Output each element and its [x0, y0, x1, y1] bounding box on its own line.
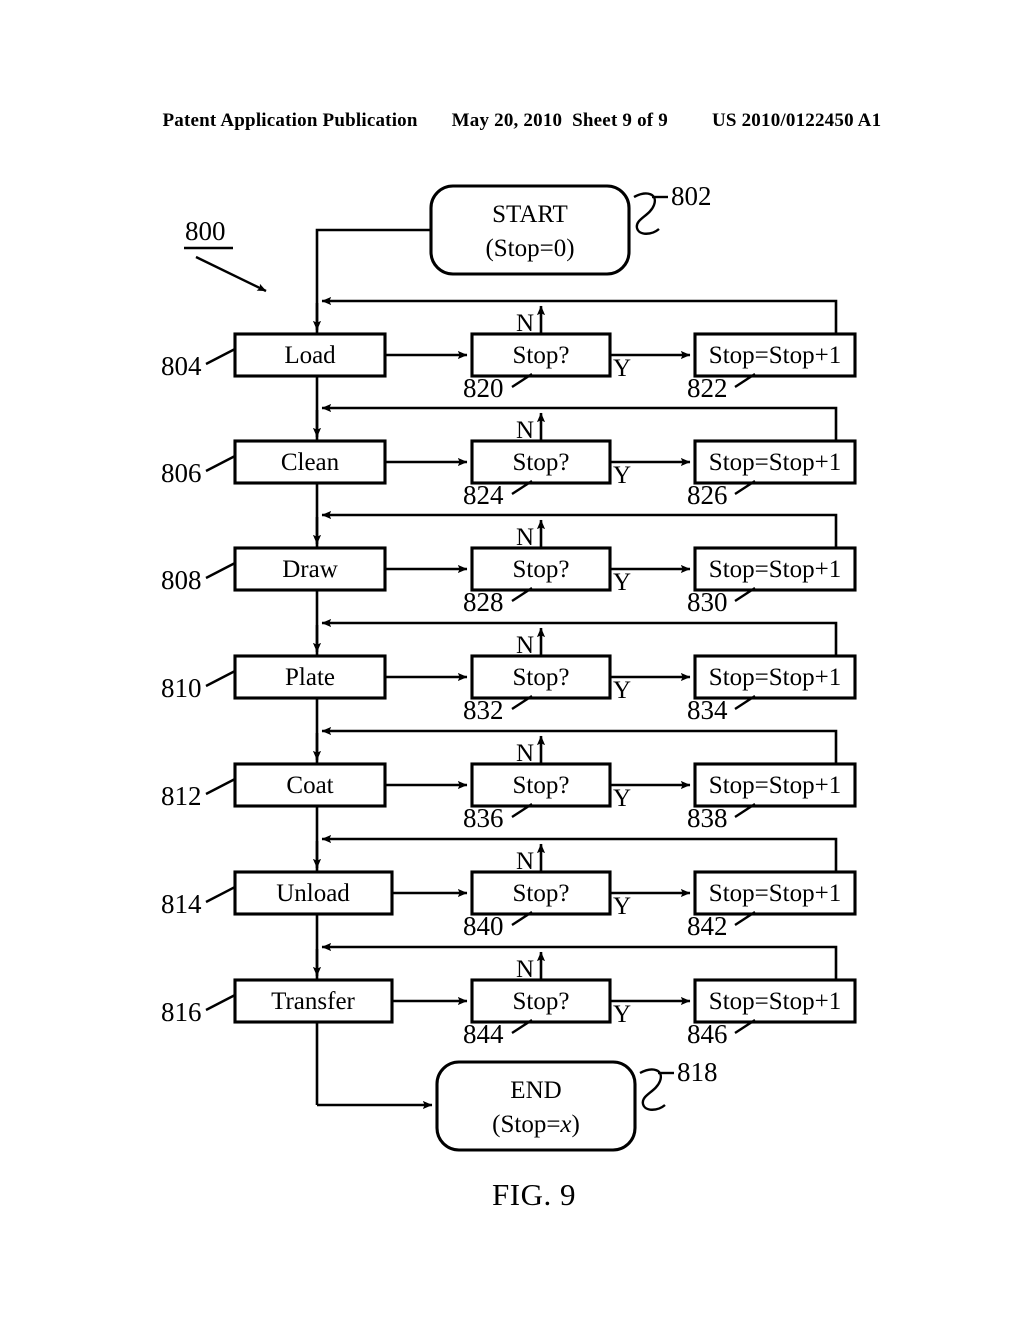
increment-label-838: Stop=Stop+1 [709, 772, 841, 799]
feedback-line-826 [321, 403, 838, 441]
process-label-unload: Unload [276, 880, 350, 907]
start-terminal: START (Stop=0) [429, 184, 631, 276]
branch-yes-label-828: Y [613, 569, 631, 596]
branch-yes-label-820: Y [613, 355, 631, 382]
end-label-line2-post: ) [572, 1111, 580, 1138]
feedback-line-846 [321, 942, 838, 980]
process-label-load: Load [284, 342, 336, 369]
decision-label-820: Stop? [513, 342, 570, 369]
decision-label-840: Stop? [513, 880, 570, 907]
branch-no-label-832: N [516, 632, 534, 659]
row-draw: Draw 808 Stop? 828 N Y Stop=Stop+1 830 [161, 510, 857, 617]
row-clean: Clean 806 Stop? 824 N Y Stop=Stop+1 826 [161, 403, 857, 510]
feedback-line-842 [321, 834, 838, 872]
ref-846-label: 846 [687, 1019, 728, 1049]
process-label-transfer: Transfer [271, 988, 355, 1015]
flowchart-figure: 800 START (Stop=0) 802 Load 804 Stop? 82… [161, 181, 857, 1212]
ref-824-label: 824 [463, 480, 504, 510]
ref-832-label: 832 [463, 695, 504, 725]
row-unload: Unload 814 Stop? 840 N Y Stop=Stop+1 842 [161, 834, 857, 941]
start-label-line1: START [492, 201, 568, 228]
branch-no-label-840: N [516, 848, 534, 875]
branch-yes-label-824: Y [613, 462, 631, 489]
ref-804: 804 [161, 347, 236, 381]
start-ref-802: 802 [633, 181, 712, 235]
increment-label-846: Stop=Stop+1 [709, 988, 841, 1015]
decision-label-832: Stop? [513, 664, 570, 691]
start-ref-802-label: 802 [671, 181, 712, 211]
ref-814: 814 [161, 885, 236, 919]
diagram-ref-800-label: 800 [185, 216, 226, 246]
decision-label-836: Stop? [513, 772, 570, 799]
figure-caption: FIG. 9 [492, 1177, 576, 1212]
branch-yes-label-836: Y [613, 785, 631, 812]
branch-yes-label-832: Y [613, 677, 631, 704]
feedback-line-834 [321, 618, 838, 656]
row-coat: Coat 812 Stop? 836 N Y Stop=Stop+1 838 [161, 726, 857, 833]
end-label-line2-pre: (Stop= [492, 1111, 560, 1138]
row-plate: Plate 810 Stop? 832 N Y Stop=Stop+1 834 [161, 618, 857, 725]
branch-no-label-836: N [516, 740, 534, 767]
ref-830-label: 830 [687, 587, 728, 617]
ref-820-label: 820 [463, 373, 504, 403]
decision-label-828: Stop? [513, 556, 570, 583]
decision-label-844: Stop? [513, 988, 570, 1015]
ref-810-label: 810 [161, 673, 202, 703]
ref-810: 810 [161, 669, 236, 703]
increment-label-826: Stop=Stop+1 [709, 449, 841, 476]
end-label-line2-italic: x [559, 1111, 571, 1138]
row-transfer: Transfer 816 Stop? 844 N Y Stop=Stop+1 8… [161, 942, 857, 1049]
process-label-draw: Draw [282, 556, 338, 583]
ref-816: 816 [161, 993, 236, 1027]
branch-no-label-824: N [516, 417, 534, 444]
end-label-line2: (Stop=x) [492, 1111, 580, 1138]
diagram-ref-800: 800 [184, 216, 267, 293]
increment-label-842: Stop=Stop+1 [709, 880, 841, 907]
increment-label-834: Stop=Stop+1 [709, 664, 841, 691]
end-ref-818-label: 818 [677, 1057, 718, 1087]
decision-label-824: Stop? [513, 449, 570, 476]
ref-806: 806 [161, 454, 236, 488]
end-ref-818: 818 [639, 1057, 718, 1111]
end-label-line1: END [510, 1077, 561, 1104]
ref-806-label: 806 [161, 458, 202, 488]
ref-826-label: 826 [687, 480, 728, 510]
branch-no-label-820: N [516, 310, 534, 337]
end-terminal: END (Stop=x) [435, 1060, 637, 1152]
process-label-coat: Coat [286, 772, 333, 799]
process-label-plate: Plate [285, 664, 335, 691]
branch-no-label-828: N [516, 524, 534, 551]
patent-figure-page: Patent Application Publication May 20, 20… [0, 0, 1024, 1320]
branch-yes-label-844: Y [613, 1001, 631, 1028]
ref-808-label: 808 [161, 565, 202, 595]
ref-840-label: 840 [463, 911, 504, 941]
start-label-line2: (Stop=0) [485, 235, 574, 262]
row-load: Load 804 Stop? 820 N Y Stop=Stop+1 822 [161, 296, 857, 403]
ref-828-label: 828 [463, 587, 504, 617]
branch-yes-label-840: Y [613, 893, 631, 920]
ref-816-label: 816 [161, 997, 202, 1027]
feedback-line-822 [321, 296, 838, 334]
ref-808: 808 [161, 561, 236, 595]
ref-834-label: 834 [687, 695, 728, 725]
ref-844-label: 844 [463, 1019, 504, 1049]
branch-no-label-844: N [516, 956, 534, 983]
ref-812-label: 812 [161, 781, 202, 811]
diagram-ref-800-leader [195, 255, 267, 293]
ref-804-label: 804 [161, 351, 202, 381]
increment-label-822: Stop=Stop+1 [709, 342, 841, 369]
ref-814-label: 814 [161, 889, 202, 919]
ref-842-label: 842 [687, 911, 728, 941]
ref-812: 812 [161, 777, 236, 811]
feedback-line-838 [321, 726, 838, 764]
process-label-clean: Clean [281, 449, 340, 476]
ref-836-label: 836 [463, 803, 504, 833]
ref-838-label: 838 [687, 803, 728, 833]
ref-822-label: 822 [687, 373, 728, 403]
feedback-line-830 [321, 510, 838, 548]
increment-label-830: Stop=Stop+1 [709, 556, 841, 583]
